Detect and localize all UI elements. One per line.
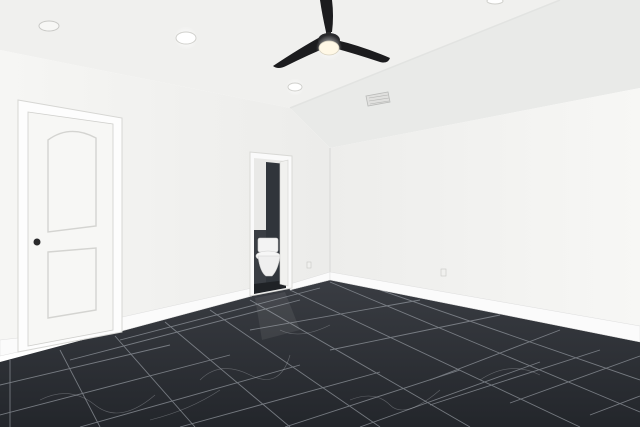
toilet-tank: [257, 237, 279, 253]
bathroom-door-open[interactable]: [279, 159, 289, 287]
door-knob[interactable]: [33, 238, 41, 246]
wall-outlet-2: [306, 261, 312, 269]
recessed-light-3: [486, 0, 504, 5]
recessed-light-1: [175, 31, 197, 45]
recessed-light-2: [287, 82, 303, 92]
room-illustration: [0, 0, 640, 427]
wall-outlet: [440, 268, 447, 277]
empty-room-photo: [0, 0, 640, 427]
bathroom-doorway[interactable]: [249, 151, 293, 297]
closet-door[interactable]: [17, 99, 123, 353]
smoke-detector: [38, 20, 60, 32]
fan-light: [318, 40, 340, 56]
